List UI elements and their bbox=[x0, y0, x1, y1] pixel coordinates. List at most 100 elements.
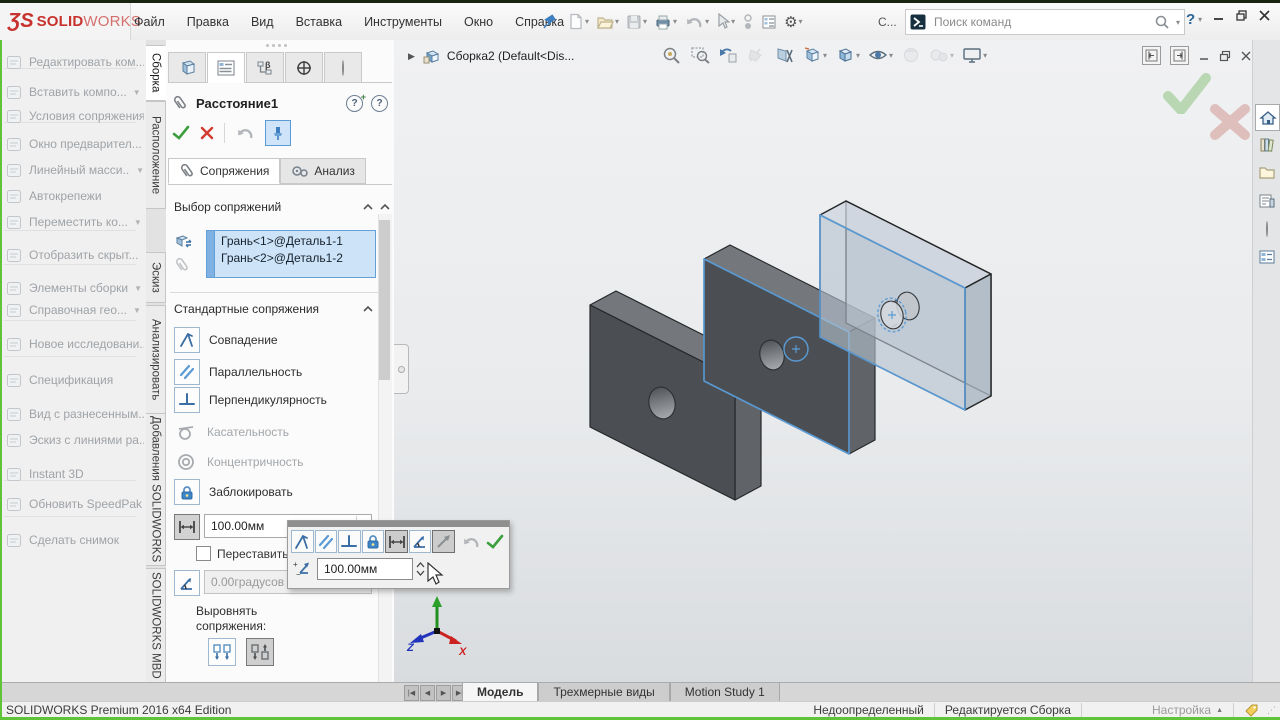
open-document-button[interactable]: ▾ bbox=[594, 12, 621, 32]
menu-item-1[interactable]: Правка bbox=[187, 15, 229, 29]
flip-dimension-icon[interactable]: + − bbox=[291, 557, 314, 580]
model-tab-motion-study-1[interactable]: Motion Study 1 bbox=[669, 683, 780, 702]
popup-distance-input[interactable]: 100.00мм bbox=[317, 557, 413, 580]
dropdown-caret-icon[interactable]: ▾ bbox=[673, 17, 677, 26]
distance-mate-button[interactable] bbox=[174, 514, 200, 540]
section-view-button[interactable] bbox=[744, 44, 768, 66]
popup-coincident-button[interactable] bbox=[291, 530, 314, 553]
tab-solidworks-mbd[interactable]: SOLIDWORKS MBD bbox=[146, 568, 166, 683]
view-orientation-button[interactable]: ▾ bbox=[800, 44, 829, 66]
perpendicular-icon[interactable] bbox=[174, 387, 200, 413]
configuration-manager-tab[interactable]: β bbox=[246, 52, 284, 82]
flip-dimension-checkbox[interactable] bbox=[196, 546, 211, 561]
popup-flip-direction-button[interactable] bbox=[432, 530, 455, 553]
undo-icon[interactable] bbox=[235, 125, 255, 141]
cancel-x-icon[interactable] bbox=[200, 126, 214, 140]
model-tab-трехмерные-виды[interactable]: Трехмерные виды bbox=[538, 683, 670, 702]
view-setting-button[interactable] bbox=[772, 44, 796, 66]
mate-parallel[interactable]: Параллельность bbox=[174, 358, 384, 386]
tab-mates[interactable]: Сопряжения bbox=[168, 158, 281, 184]
popup-confirm-icon[interactable] bbox=[484, 530, 507, 553]
previous-view-button[interactable] bbox=[716, 44, 740, 66]
panel-grip[interactable] bbox=[226, 44, 326, 47]
custom-properties-button[interactable] bbox=[1255, 244, 1278, 269]
tab-анализировать[interactable]: Анализировать bbox=[146, 305, 166, 414]
file-explorer-button[interactable] bbox=[1255, 160, 1278, 185]
expand-arrow-icon[interactable]: ▶ bbox=[408, 51, 415, 62]
view-palette-button[interactable] bbox=[1255, 188, 1278, 213]
property-manager-tab[interactable] bbox=[207, 52, 245, 83]
selection-toggle-button[interactable] bbox=[740, 12, 756, 32]
confirm-ok-icon[interactable] bbox=[1162, 72, 1212, 114]
tab-эскиз[interactable]: Эскиз bbox=[146, 252, 166, 303]
print-button[interactable]: ▾ bbox=[652, 12, 679, 32]
selection-row[interactable]: Грань<2>@Деталь1-2 bbox=[221, 251, 343, 265]
command-new-motion-study[interactable]: Новое исследовани... bbox=[6, 332, 144, 356]
tag-icon[interactable] bbox=[1244, 703, 1259, 718]
mate-coincident[interactable]: Совпадение bbox=[174, 326, 384, 354]
command-bom[interactable]: Спецификация bbox=[6, 368, 144, 392]
aligned-button[interactable] bbox=[208, 638, 236, 666]
popup-parallel-button[interactable] bbox=[314, 530, 338, 553]
popup-angle-button[interactable] bbox=[408, 530, 432, 553]
dropdown-caret-icon[interactable]: ▾ bbox=[615, 17, 619, 26]
standard-mates-section-header[interactable]: Стандартные сопряжения bbox=[174, 302, 374, 316]
dropdown-caret-icon[interactable]: ▾ bbox=[950, 51, 954, 60]
zoom-fit-button[interactable] bbox=[660, 44, 684, 66]
dropdown-caret-icon[interactable]: ▾ bbox=[705, 17, 709, 26]
parallel-icon[interactable] bbox=[174, 359, 200, 385]
zoom-area-button[interactable] bbox=[688, 44, 712, 66]
command-take-snapshot[interactable]: Сделать снимок bbox=[6, 528, 144, 552]
home-button[interactable] bbox=[1255, 104, 1280, 131]
popup-distance-button[interactable] bbox=[385, 530, 408, 553]
command-assembly-features[interactable]: Элементы сборки ▼ bbox=[6, 276, 144, 300]
toolbar-more-label[interactable]: С... bbox=[878, 15, 897, 29]
dropdown-caret-icon[interactable]: ▾ bbox=[823, 51, 827, 60]
whats-new-help-icon[interactable]: ? + bbox=[346, 92, 366, 112]
pin-menu-icon[interactable] bbox=[543, 13, 557, 29]
popup-lock-button[interactable] bbox=[361, 530, 385, 553]
selection-section-header[interactable]: Выбор сопряжений bbox=[174, 200, 374, 214]
collapse-left-icon[interactable] bbox=[1142, 46, 1161, 65]
popup-spinner[interactable] bbox=[416, 561, 425, 576]
mate-lock[interactable]: Заблокировать bbox=[174, 478, 384, 506]
popup-perpendicular-button[interactable] bbox=[338, 530, 361, 553]
selection-row[interactable]: Грань<1>@Деталь1-1 bbox=[221, 234, 343, 248]
dropdown-caret-icon[interactable]: ▾ bbox=[856, 51, 860, 60]
ok-check-icon[interactable] bbox=[172, 125, 190, 141]
close-icon[interactable] bbox=[1258, 9, 1271, 22]
apply-scene-button[interactable]: ▾ bbox=[927, 44, 956, 66]
dropdown-caret-icon[interactable]: ▼ bbox=[134, 284, 142, 293]
feature-tree-flyout[interactable]: ▶ Сборка2 (Default<Dis... bbox=[408, 48, 574, 64]
model-tab-модель[interactable]: Модель bbox=[462, 683, 539, 702]
command-mate-conditions[interactable]: Условия сопряжения bbox=[6, 104, 144, 128]
assembly-manager-tab[interactable] bbox=[168, 52, 206, 82]
help-icon[interactable]: ? bbox=[371, 94, 388, 112]
command-reference-geometry[interactable]: Справочная гео... ▼ bbox=[6, 298, 144, 322]
search-input[interactable] bbox=[932, 14, 1148, 30]
menu-item-4[interactable]: Инструменты bbox=[364, 15, 442, 29]
scrollbar-thumb[interactable] bbox=[379, 220, 390, 380]
command-explode-line-sketch[interactable]: Эскиз с линиями ра... bbox=[6, 428, 144, 452]
tab-расположение[interactable]: Расположение bbox=[146, 101, 166, 209]
appearances-button[interactable] bbox=[1255, 216, 1278, 241]
scroll-up-icon[interactable] bbox=[378, 200, 391, 214]
dropdown-caret-icon[interactable]: ▾ bbox=[731, 17, 735, 26]
dropdown-caret-icon[interactable]: ▾ bbox=[889, 51, 893, 60]
search-caret-icon[interactable]: ▾ bbox=[1176, 18, 1180, 27]
spin-down-icon[interactable] bbox=[416, 570, 425, 576]
coincident-icon[interactable] bbox=[174, 327, 200, 353]
tab-сборка[interactable]: Сборка bbox=[146, 45, 166, 101]
lock-icon[interactable] bbox=[174, 479, 200, 505]
command-insert-component[interactable]: Вставить компо... ▼ bbox=[6, 80, 144, 104]
doc-minimize-icon[interactable] bbox=[1198, 50, 1210, 62]
angle-mate-button[interactable] bbox=[174, 570, 200, 596]
document-properties-button[interactable] bbox=[759, 12, 779, 32]
menu-item-5[interactable]: Окно bbox=[464, 15, 493, 29]
spin-up-icon[interactable] bbox=[416, 561, 425, 568]
dropdown-caret-icon[interactable]: ▼ bbox=[136, 166, 144, 175]
search-icon[interactable] bbox=[1154, 14, 1170, 30]
command-instant3d[interactable]: Instant 3D bbox=[6, 462, 144, 486]
tab-first-icon[interactable]: |◀ bbox=[404, 685, 419, 701]
menu-item-2[interactable]: Вид bbox=[251, 15, 274, 29]
